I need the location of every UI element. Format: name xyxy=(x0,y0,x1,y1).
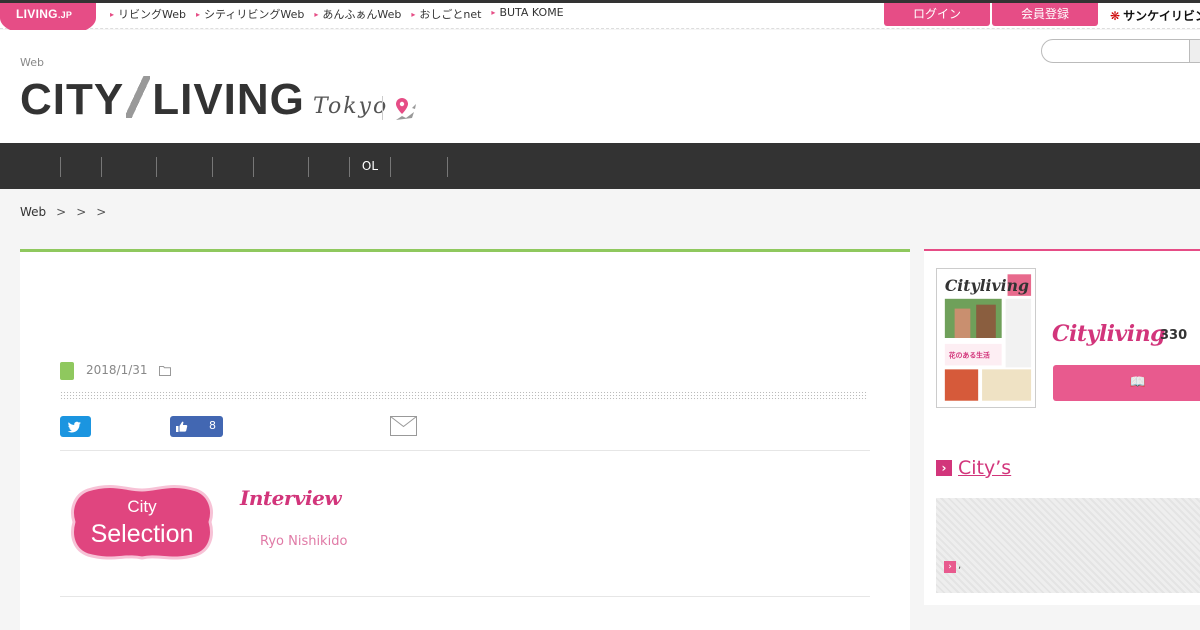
chevron-right-icon: › xyxy=(936,460,952,476)
share-divider xyxy=(60,450,870,451)
search-button[interactable] xyxy=(1189,40,1200,62)
sidebar-magazine-card: Cityliving 花のある生活 Cityliving 330 📖 › Cit… xyxy=(924,249,1200,605)
login-button[interactable]: ログイン xyxy=(884,3,990,26)
post-date: 2018/1/31 xyxy=(86,363,148,377)
link-anfan-web[interactable]: あんふぁんWeb xyxy=(314,6,401,22)
cityliving-magazine-logo: Cityliving xyxy=(1052,321,1166,347)
intro-divider xyxy=(60,596,870,597)
map-pin-icon[interactable] xyxy=(392,96,418,122)
breadcrumb-separator: > xyxy=(56,205,67,219)
network-links: リビングWeb シティリビングWeb あんふぁんWeb おしごとnet BUTA… xyxy=(110,6,564,22)
nav-item-ol[interactable] xyxy=(391,157,448,177)
citys-panel: › , xyxy=(936,498,1200,593)
sankei-living-logo[interactable]: ❋ サンケイリビン xyxy=(1110,7,1200,24)
main-navigation: OL xyxy=(0,143,1200,189)
header-web-label: Web xyxy=(20,56,44,69)
logo-living-word: LIVING xyxy=(152,75,305,124)
svg-text:花のある生活: 花のある生活 xyxy=(949,351,990,360)
sankei-logo-icon: ❋ xyxy=(1110,9,1121,23)
link-oshigoto-net[interactable]: おしごとnet xyxy=(411,6,481,22)
twitter-icon xyxy=(67,421,81,433)
link-buta-kome[interactable]: BUTA KOME xyxy=(491,6,563,22)
living-jp-logo-suffix: .JP xyxy=(57,10,73,20)
like-count: 8 xyxy=(209,419,216,432)
interview-heading: Interview xyxy=(240,486,342,510)
logo-slash-mark xyxy=(126,76,151,118)
sankei-logo-text: サンケイリビン xyxy=(1123,9,1200,23)
citys-panel-text: , xyxy=(958,560,962,571)
read-magazine-button[interactable]: 📖 xyxy=(1053,365,1200,401)
link-cityliving-web[interactable]: シティリビングWeb xyxy=(196,6,304,22)
cityliving-logo[interactable]: CITY LIVING xyxy=(20,72,305,126)
twitter-share-button[interactable] xyxy=(60,416,91,437)
link-living-web[interactable]: リビングWeb xyxy=(110,6,186,22)
chevron-right-icon[interactable]: › xyxy=(944,561,956,573)
nav-item-7[interactable] xyxy=(309,157,350,177)
thumbs-up-icon xyxy=(176,421,188,432)
nav-item-8[interactable]: OL xyxy=(350,157,391,177)
article-card: 2018/1/31 8 City Selection Interview Ryo… xyxy=(20,249,910,630)
folder-icon xyxy=(159,366,171,376)
site-header: Web CITY LIVING Tokyo xyxy=(0,30,1200,143)
nav-item-4[interactable] xyxy=(157,157,213,177)
facebook-like-button[interactable]: 8 xyxy=(170,416,223,437)
logo-city-word: CITY xyxy=(20,75,125,124)
magazine-cover-image[interactable]: Cityliving 花のある生活 xyxy=(936,268,1036,408)
category-tag[interactable] xyxy=(60,362,74,380)
author-name[interactable]: Ryo Nishikido xyxy=(260,534,347,549)
nav-item-3[interactable] xyxy=(102,157,157,177)
svg-text:Cityliving: Cityliving xyxy=(945,276,1029,295)
register-button[interactable]: 会員登録 xyxy=(992,3,1098,26)
city-selection-badge: City Selection xyxy=(71,484,213,560)
nav-item-2[interactable] xyxy=(61,157,102,177)
top-utility-bar: LIVING.JP リビングWeb シティリビングWeb あんふぁんWeb おし… xyxy=(0,0,1200,34)
citys-link[interactable]: City’s xyxy=(958,457,1011,479)
region-name: Tokyo xyxy=(313,94,389,119)
nav-item-5[interactable] xyxy=(213,157,254,177)
nav-item-6[interactable] xyxy=(254,157,309,177)
badge-city-text: City xyxy=(127,497,157,516)
citys-section-header: › City’s xyxy=(936,457,1011,479)
search-input[interactable] xyxy=(1041,39,1200,63)
badge-selection-text: Selection xyxy=(91,520,194,548)
breadcrumb-home[interactable]: Web xyxy=(20,205,46,219)
breadcrumb-separator: > xyxy=(76,205,87,219)
living-jp-logo-text: LIVING xyxy=(16,7,58,21)
book-icon: 📖 xyxy=(1129,375,1147,390)
mail-icon[interactable] xyxy=(390,416,417,436)
issue-count: 330 xyxy=(1160,328,1188,343)
nav-item-1[interactable] xyxy=(20,157,61,177)
dotted-divider xyxy=(60,391,868,401)
breadcrumb: Web > > > xyxy=(20,205,106,219)
region-divider xyxy=(382,96,383,120)
breadcrumb-separator: > xyxy=(96,205,107,219)
